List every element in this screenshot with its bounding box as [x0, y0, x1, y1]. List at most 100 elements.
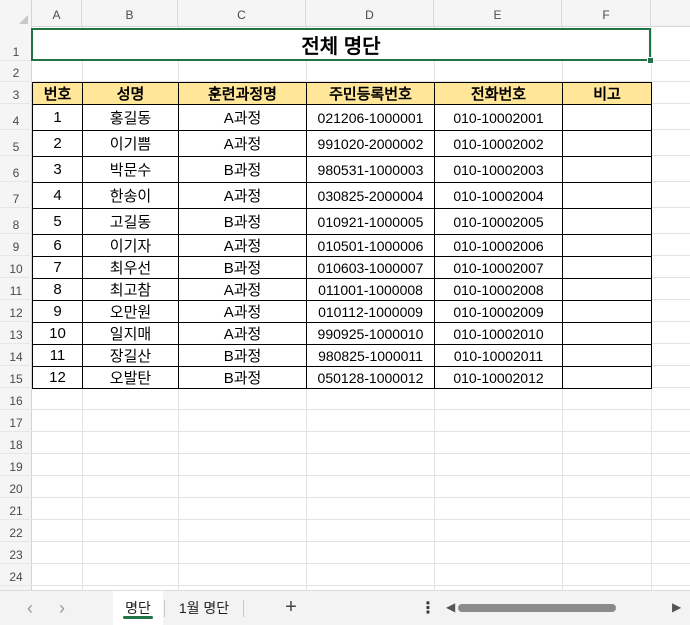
select-all-corner[interactable] — [0, 0, 32, 27]
cell-note[interactable] — [562, 234, 652, 257]
header-resident-id[interactable]: 주민등록번호 — [306, 82, 435, 105]
header-phone[interactable]: 전화번호 — [434, 82, 563, 105]
cell-name[interactable]: 오만원 — [82, 300, 179, 323]
cell-note[interactable] — [562, 182, 652, 209]
cell-resident-id[interactable]: 010501-1000006 — [306, 234, 435, 257]
cell-note[interactable] — [562, 130, 652, 157]
cell-number[interactable]: 10 — [32, 322, 83, 345]
cell-phone[interactable]: 010-10002008 — [434, 278, 563, 301]
row-header-10[interactable]: 10 — [0, 256, 32, 278]
row-header-5[interactable]: 5 — [0, 130, 32, 156]
cell-note[interactable] — [562, 208, 652, 235]
more-icon[interactable]: ⋮ — [420, 598, 436, 618]
row-header-8[interactable]: 8 — [0, 208, 32, 234]
cell-resident-id[interactable]: 010921-1000005 — [306, 208, 435, 235]
cell-resident-id[interactable]: 980825-1000011 — [306, 344, 435, 367]
row-header-3[interactable]: 3 — [0, 82, 32, 104]
plus-icon[interactable]: + — [280, 597, 302, 617]
cell-course[interactable]: A과정 — [178, 130, 307, 157]
row-header-9[interactable]: 9 — [0, 234, 32, 256]
cell-phone[interactable]: 010-10002011 — [434, 344, 563, 367]
cell-course[interactable]: A과정 — [178, 322, 307, 345]
row-header-16[interactable]: 16 — [0, 388, 32, 410]
cell-name[interactable]: 최우선 — [82, 256, 179, 279]
row-header-11[interactable]: 11 — [0, 278, 32, 300]
cell-resident-id[interactable]: 050128-1000012 — [306, 366, 435, 389]
row-header-18[interactable]: 18 — [0, 432, 32, 454]
cell-phone[interactable]: 010-10002009 — [434, 300, 563, 323]
row-header-13[interactable]: 13 — [0, 322, 32, 344]
cell-note[interactable] — [562, 156, 652, 183]
row-header-12[interactable]: 12 — [0, 300, 32, 322]
cell-name[interactable]: 일지매 — [82, 322, 179, 345]
horizontal-scrollbar[interactable]: ◀ ▶ — [446, 600, 682, 614]
cell-phone[interactable]: 010-10002001 — [434, 104, 563, 131]
cell-phone[interactable]: 010-10002004 — [434, 182, 563, 209]
cell-resident-id[interactable]: 991020-2000002 — [306, 130, 435, 157]
row-header-7[interactable]: 7 — [0, 182, 32, 208]
header-number[interactable]: 번호 — [32, 82, 83, 105]
cell-note[interactable] — [562, 322, 652, 345]
cell-phone[interactable]: 010-10002005 — [434, 208, 563, 235]
cell-name[interactable]: 오발탄 — [82, 366, 179, 389]
cell-phone[interactable]: 010-10002012 — [434, 366, 563, 389]
cell-name[interactable]: 장길산 — [82, 344, 179, 367]
cell-number[interactable]: 5 — [32, 208, 83, 235]
column-header-e[interactable]: E — [434, 0, 562, 27]
column-header-c[interactable]: C — [178, 0, 306, 27]
cell-resident-id[interactable]: 030825-2000004 — [306, 182, 435, 209]
sheet-tab-january[interactable]: 1월 명단 — [166, 591, 242, 625]
cell-name[interactable]: 고길동 — [82, 208, 179, 235]
cell-phone[interactable]: 010-10002003 — [434, 156, 563, 183]
cell-number[interactable]: 4 — [32, 182, 83, 209]
cell-note[interactable] — [562, 256, 652, 279]
spreadsheet-area[interactable]: A B C D E F 1 2 3 4 5 6 7 8 9 10 11 12 13 14 15 16 17 18 1… — [0, 0, 690, 590]
cell-note[interactable] — [562, 300, 652, 323]
cell-number[interactable]: 3 — [32, 156, 83, 183]
cell-name[interactable]: 최고참 — [82, 278, 179, 301]
cell-phone[interactable]: 010-10002007 — [434, 256, 563, 279]
column-header-f[interactable]: F — [562, 0, 651, 27]
cell-phone[interactable]: 010-10002002 — [434, 130, 563, 157]
row-header-2[interactable]: 2 — [0, 61, 32, 82]
scroll-right-icon[interactable]: ▶ — [672, 600, 681, 614]
cell-course[interactable]: A과정 — [178, 234, 307, 257]
row-header-22[interactable]: 22 — [0, 520, 32, 542]
cell-course[interactable]: B과정 — [178, 366, 307, 389]
row-header-15[interactable]: 15 — [0, 366, 32, 388]
row-header-14[interactable]: 14 — [0, 344, 32, 366]
cell-phone[interactable]: 010-10002010 — [434, 322, 563, 345]
row-header-24[interactable]: 24 — [0, 564, 32, 586]
chevron-left-icon[interactable]: ‹ — [20, 599, 40, 617]
sheet-tab-active[interactable]: 명단 — [113, 591, 163, 625]
scrollbar-thumb[interactable] — [458, 604, 616, 612]
column-header-b[interactable]: B — [82, 0, 178, 27]
cell-name[interactable]: 이기자 — [82, 234, 179, 257]
row-header-1[interactable]: 1 — [0, 27, 32, 61]
cell-note[interactable] — [562, 366, 652, 389]
cell-number[interactable]: 1 — [32, 104, 83, 131]
cell-note[interactable] — [562, 278, 652, 301]
cell-number[interactable]: 2 — [32, 130, 83, 157]
header-name[interactable]: 성명 — [82, 82, 179, 105]
header-note[interactable]: 비고 — [562, 82, 652, 105]
scroll-left-icon[interactable]: ◀ — [446, 600, 455, 614]
cell-number[interactable]: 6 — [32, 234, 83, 257]
cell-resident-id[interactable]: 990925-1000010 — [306, 322, 435, 345]
cell-resident-id[interactable]: 011001-1000008 — [306, 278, 435, 301]
cell-course[interactable]: A과정 — [178, 104, 307, 131]
cell-number[interactable]: 12 — [32, 366, 83, 389]
row-header-20[interactable]: 20 — [0, 476, 32, 498]
cell-note[interactable] — [562, 104, 652, 131]
cell-name[interactable]: 홍길동 — [82, 104, 179, 131]
column-header-d[interactable]: D — [306, 0, 434, 27]
cell-number[interactable]: 9 — [32, 300, 83, 323]
cell-number[interactable]: 7 — [32, 256, 83, 279]
row-header-17[interactable]: 17 — [0, 410, 32, 432]
fill-handle[interactable] — [647, 57, 654, 64]
cell-resident-id[interactable]: 021206-1000001 — [306, 104, 435, 131]
cell-note[interactable] — [562, 344, 652, 367]
cell-resident-id[interactable]: 010112-1000009 — [306, 300, 435, 323]
column-header-a[interactable]: A — [32, 0, 82, 27]
cell-number[interactable]: 11 — [32, 344, 83, 367]
